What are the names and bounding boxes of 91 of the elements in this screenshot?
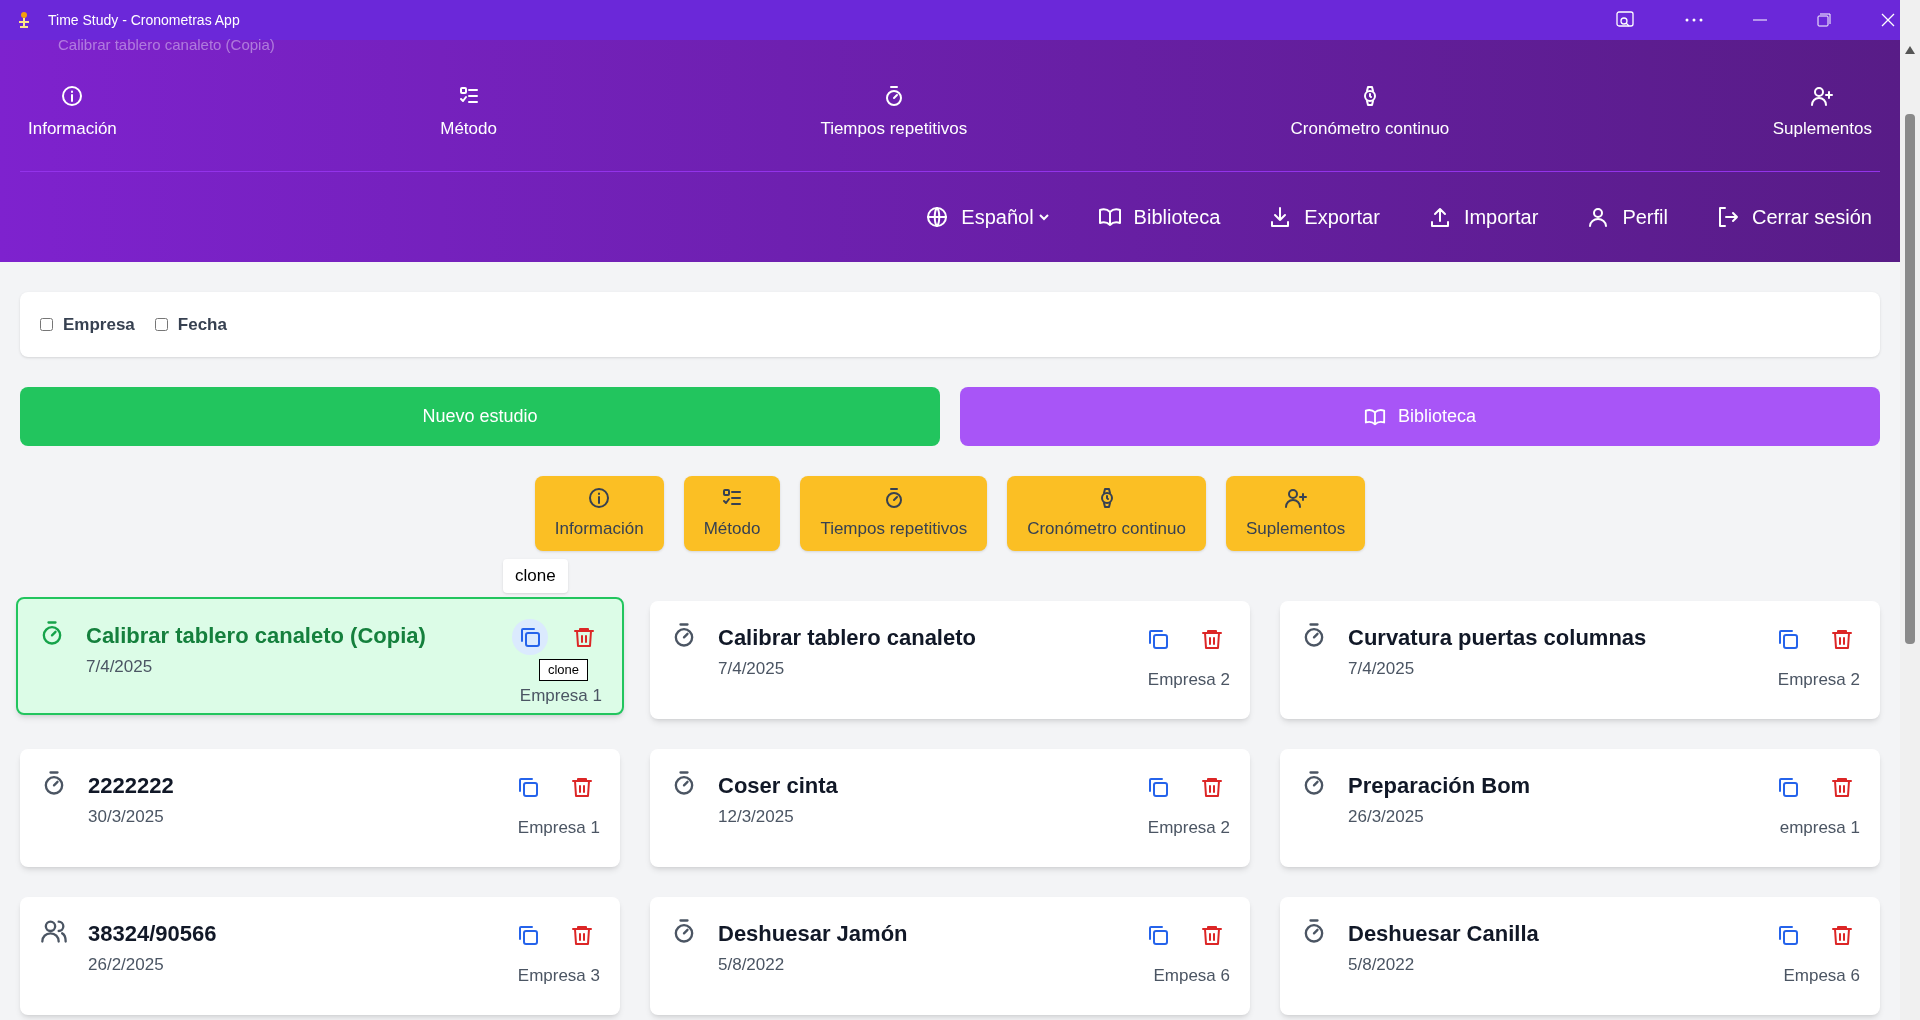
study-card[interactable]: 2222222 30/3/2025 Empresa 1 [20, 749, 620, 867]
quick-tab[interactable]: Suplementos [1225, 476, 1366, 551]
trash-icon [570, 923, 594, 947]
checkbox-label: Empresa [63, 313, 135, 336]
copy-icon [516, 775, 540, 799]
header-link[interactable]: Perfil [1586, 202, 1668, 232]
trash-icon [1830, 775, 1854, 799]
clone-button[interactable] [512, 619, 548, 655]
trash-icon [570, 775, 594, 799]
study-card[interactable]: Coser cinta 12/3/2025 Empresa 2 [650, 749, 1250, 867]
company-label: Empesa 6 [1153, 965, 1230, 987]
nav-tab[interactable]: Tiempos repetitivos [820, 83, 968, 142]
header-link[interactable]: Cerrar sesión [1715, 202, 1872, 232]
library-button[interactable]: Biblioteca [960, 387, 1880, 446]
copy-icon [518, 625, 542, 649]
copy-icon [1146, 923, 1170, 947]
header-link[interactable]: Exportar [1268, 202, 1380, 232]
company-label: Empesa 6 [1783, 965, 1860, 987]
study-title: Calibrar tablero canaleto [718, 624, 977, 652]
scroll-thumb[interactable] [1905, 114, 1915, 644]
checkbox[interactable] [154, 318, 168, 331]
copy-icon [1776, 627, 1800, 651]
study-title: Calibrar tablero canaleto (Copia) [86, 622, 427, 650]
trash-icon [572, 625, 596, 649]
copy-icon [516, 923, 540, 947]
company-label: Empresa 2 [1147, 817, 1230, 839]
more-icon[interactable] [1685, 18, 1703, 22]
study-title: Preparación Bom [1348, 772, 1532, 800]
study-date: 12/3/2025 [718, 806, 795, 828]
window-title: Time Study - Cronometras App [48, 10, 240, 30]
screen-search-icon[interactable] [1615, 10, 1635, 30]
study-date: 7/4/2025 [1348, 658, 1416, 680]
tooltip: clone [503, 559, 568, 593]
info-icon [587, 485, 612, 510]
quick-tab[interactable]: Cronómetro continuo [1007, 476, 1206, 551]
quick-tab[interactable]: Información [534, 476, 664, 551]
trash-icon [1200, 923, 1224, 947]
nav-tab[interactable]: Información [28, 83, 117, 142]
study-card[interactable]: Deshuesar Canilla 5/8/2022 Empesa 6 [1280, 897, 1880, 1015]
nav-tab[interactable]: Suplementos [1772, 83, 1872, 142]
copy-icon [1146, 627, 1170, 651]
nav-tab[interactable]: Cronómetro continuo [1290, 83, 1450, 142]
copy-icon [1146, 775, 1170, 799]
close-icon[interactable] [1881, 13, 1895, 27]
study-title: Coser cinta [718, 772, 839, 800]
company-label: Empresa 1 [517, 817, 600, 839]
study-card[interactable]: Calibrar tablero canaleto 7/4/2025 Empresa 2 [650, 601, 1250, 719]
tooltip: clone [538, 659, 588, 681]
scrollbar[interactable] [1900, 0, 1920, 1020]
study-date: 26/2/2025 [88, 954, 165, 976]
study-date: 5/8/2022 [1348, 954, 1416, 976]
app-icon [16, 11, 32, 29]
book-icon [1097, 205, 1122, 229]
info-icon [60, 83, 85, 108]
company-label: Empresa 3 [517, 965, 600, 987]
checkbox-label: Fecha [177, 313, 227, 336]
study-title: 2222222 [88, 772, 175, 800]
study-card[interactable]: Deshuesar Jamón 5/8/2022 Empesa 6 [650, 897, 1250, 1015]
trash-icon [1830, 923, 1854, 947]
company-label: Empresa 2 [1777, 669, 1860, 691]
copy-icon [1776, 775, 1800, 799]
study-date: 7/4/2025 [718, 658, 786, 680]
company-label: empresa 1 [1779, 817, 1860, 839]
quick-tab[interactable]: Método [683, 476, 781, 551]
study-title: Deshuesar Jamón [718, 920, 909, 948]
study-title: Curvatura puertas columnas [1348, 624, 1648, 652]
nav-tab[interactable]: Método [440, 83, 497, 142]
trash-icon [1830, 627, 1854, 651]
study-date: 26/3/2025 [1348, 806, 1425, 828]
header-link[interactable]: Importar [1427, 202, 1539, 232]
trash-icon [1200, 627, 1224, 651]
study-date: 5/8/2022 [718, 954, 786, 976]
page-title: Calibrar tablero canaleto (Copia) [58, 35, 275, 55]
study-title: Deshuesar Canilla [1348, 920, 1540, 948]
trash-icon [1200, 775, 1224, 799]
study-card[interactable]: 38324/90566 26/2/2025 Empresa 3 [20, 897, 620, 1015]
study-date: 30/3/2025 [88, 806, 165, 828]
company-label: Empresa 1 [519, 684, 602, 707]
header-link[interactable]: Biblioteca [1097, 202, 1221, 232]
globe-icon [925, 205, 950, 229]
company-label: Empresa 2 [1147, 669, 1230, 691]
restore-icon[interactable] [1817, 13, 1831, 27]
study-card[interactable]: Preparación Bom 26/3/2025 empresa 1 [1280, 749, 1880, 867]
language-dropdown[interactable]: Español [925, 202, 1050, 232]
study-title: 38324/90566 [88, 920, 218, 948]
copy-icon [1776, 923, 1800, 947]
checkbox[interactable] [40, 318, 53, 331]
study-card[interactable]: Curvatura puertas columnas 7/4/2025 Empresa 2 [1280, 601, 1880, 719]
quick-tab[interactable]: Tiempos repetitivos [800, 476, 988, 551]
scroll-up-icon[interactable] [1905, 46, 1915, 54]
study-date: 7/4/2025 [86, 656, 154, 678]
